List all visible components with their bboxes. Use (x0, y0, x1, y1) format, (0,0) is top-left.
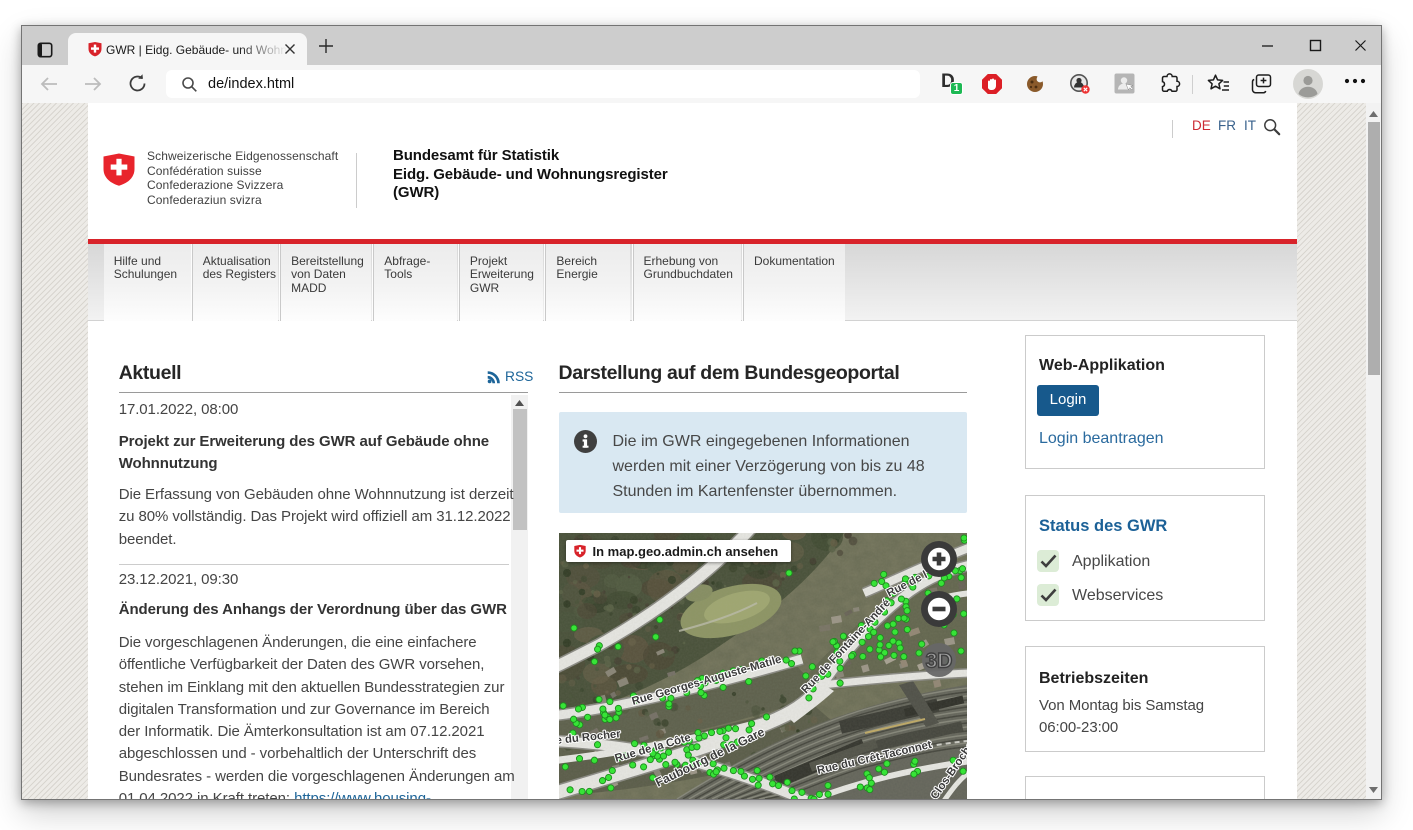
svg-text:3D: 3D (925, 650, 952, 673)
